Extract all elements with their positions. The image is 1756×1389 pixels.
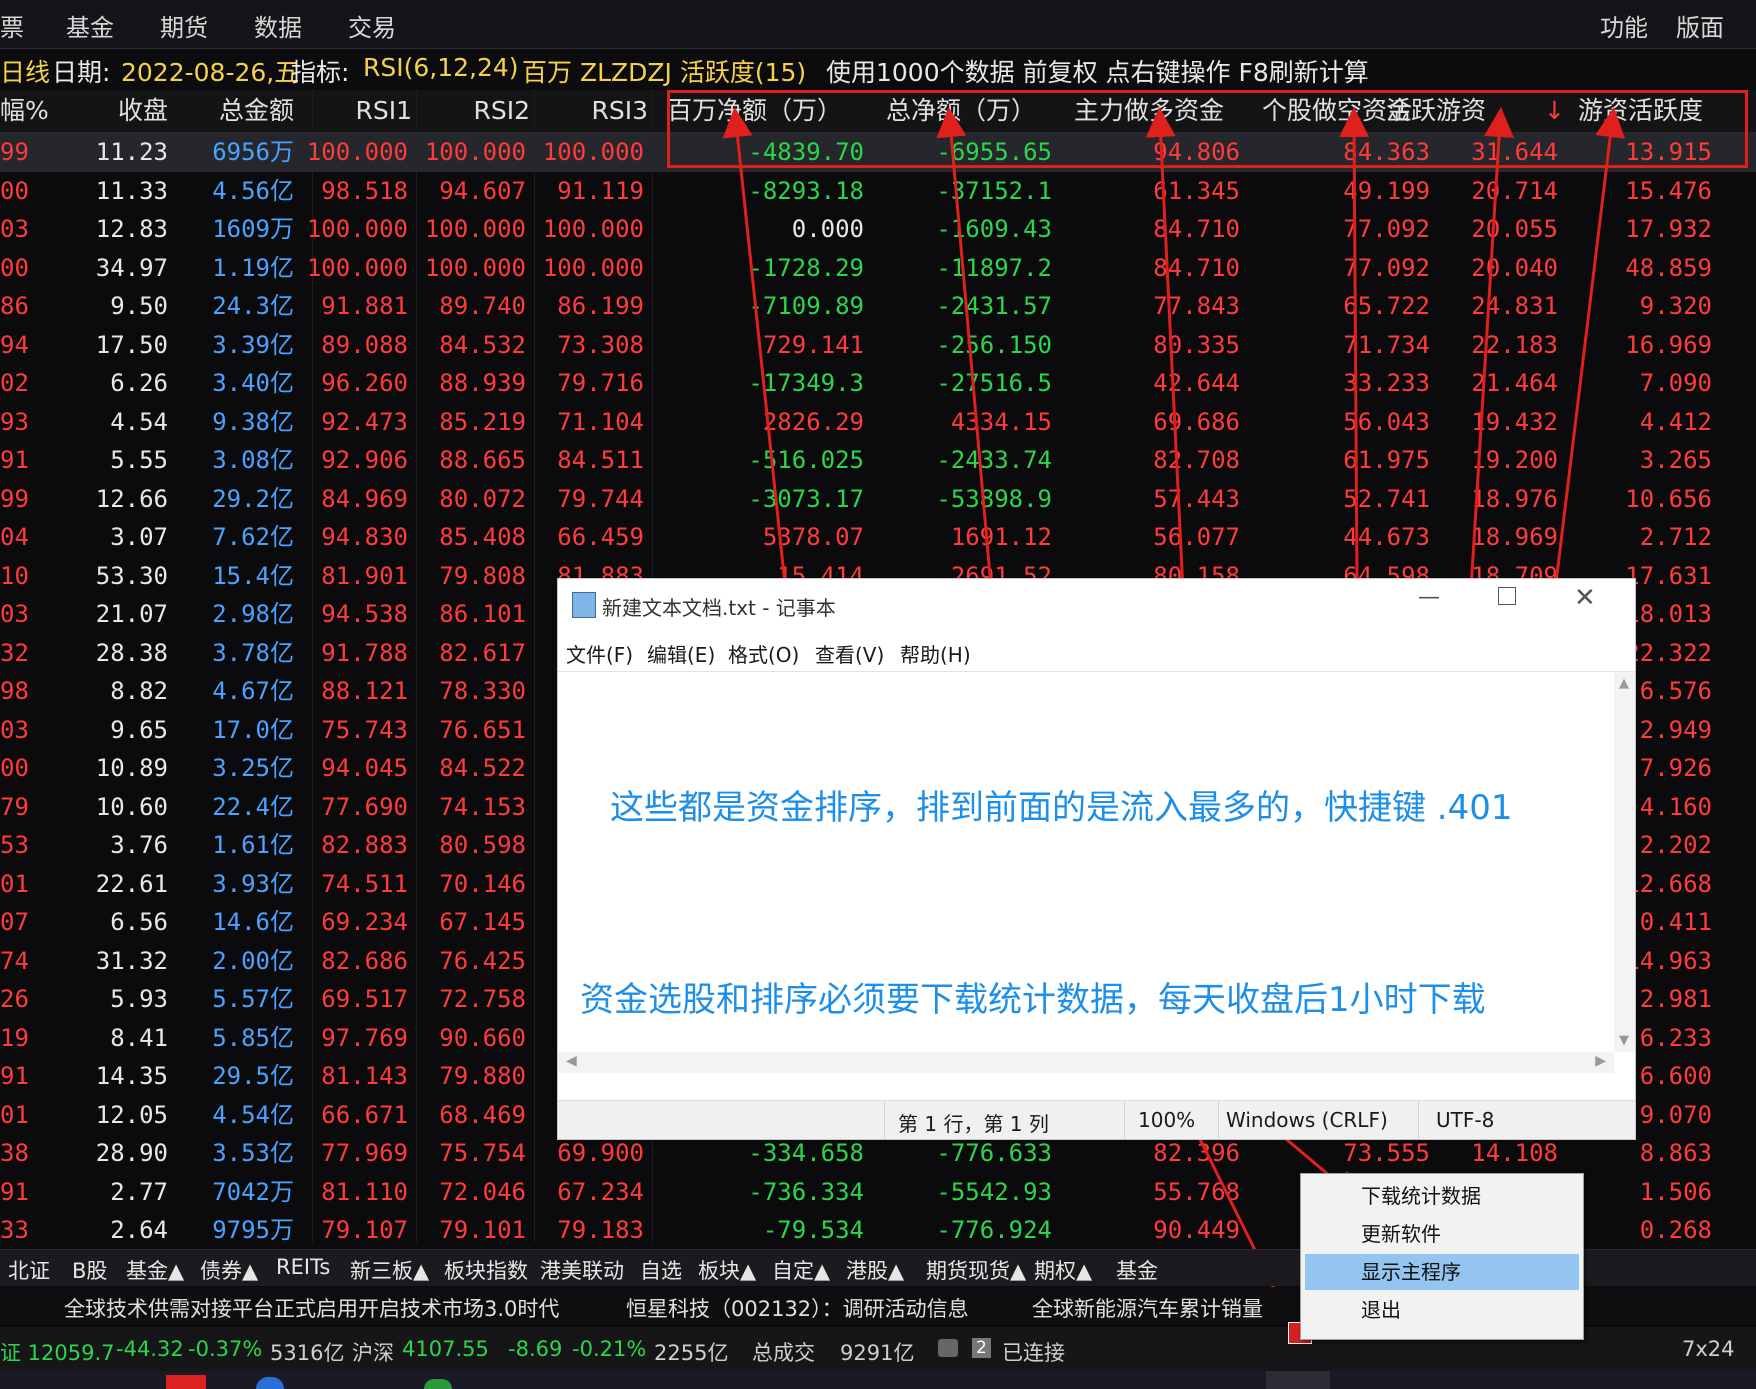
index1-pct: -0.37% (188, 1337, 263, 1361)
market-tab[interactable]: 期货现货▲ (926, 1255, 1026, 1285)
taskbar-app-icon[interactable] (166, 1375, 206, 1389)
line-ending: Windows (CRLF) (1226, 1108, 1388, 1132)
connection-count: 2 (972, 1338, 991, 1358)
index1-change: -44.32 (116, 1337, 184, 1361)
index2-pct: -0.21% (572, 1337, 647, 1361)
index1-amount: 5316亿 (270, 1341, 345, 1365)
status-separator (1124, 1101, 1125, 1139)
total-volume-label: 总成交 (752, 1341, 815, 1365)
notepad-title: 新建文本文档.txt - 记事本 (602, 596, 836, 620)
market-tab[interactable]: 北证 (8, 1255, 50, 1285)
notepad-menu-bar: 文件(F) 编辑(E) 格式(O) 查看(V) 帮助(H) (558, 633, 1635, 672)
menu-view[interactable]: 查看(V) (815, 639, 884, 668)
market-tab[interactable]: 板块指数 (444, 1255, 528, 1285)
market-tab[interactable]: REITs (276, 1255, 330, 1279)
index1-value: 证 12059.7 (0, 1341, 115, 1365)
news-item[interactable]: 全球新能源汽车累计销量 (1032, 1293, 1263, 1323)
total-volume-value: 9291亿 (840, 1341, 915, 1365)
notepad-titlebar: 新建文本文档.txt - 记事本 — ✕ (558, 579, 1635, 633)
taskbar-tray-area (1266, 1371, 1330, 1389)
scroll-down-icon[interactable]: ▼ (1619, 1033, 1629, 1048)
vertical-scrollbar[interactable]: ▲ ▼ (1614, 672, 1635, 1052)
status-separator (1418, 1101, 1419, 1139)
market-tab[interactable]: 新三板▲ (350, 1255, 429, 1285)
market-tab[interactable]: 债券▲ (200, 1255, 258, 1285)
menu-item-show-main[interactable]: 显示主程序 (1305, 1254, 1579, 1290)
status-separator (884, 1101, 885, 1139)
menu-item-exit[interactable]: 退出 (1305, 1292, 1579, 1328)
tray-context-menu: 下载统计数据 更新软件 显示主程序 退出 (1300, 1173, 1584, 1340)
taskbar-app-icon[interactable] (424, 1379, 452, 1389)
index2-name: 沪深 (352, 1341, 394, 1365)
menu-edit[interactable]: 编辑(E) (647, 639, 715, 668)
menu-item-download-stats[interactable]: 下载统计数据 (1305, 1178, 1579, 1214)
market-tab[interactable]: 自定▲ (772, 1255, 830, 1285)
scroll-right-icon[interactable]: ▶ (1595, 1053, 1606, 1069)
close-icon[interactable]: ✕ (1574, 583, 1596, 613)
status-separator (1218, 1101, 1219, 1139)
notepad-window: 新建文本文档.txt - 记事本 — ✕ 文件(F) 编辑(E) 格式(O) 查… (557, 578, 1636, 1140)
menu-item-update-software[interactable]: 更新软件 (1305, 1216, 1579, 1252)
menu-format[interactable]: 格式(O) (728, 639, 799, 668)
news-item[interactable]: 全球技术供需对接平台正式启用开启技术市场3.0时代 (64, 1293, 559, 1323)
market-hours-label: 7x24 (1682, 1337, 1735, 1361)
cursor-position: 第 1 行，第 1 列 (898, 1112, 1049, 1136)
connection-status: 已连接 (1002, 1341, 1065, 1365)
network-icon (938, 1339, 958, 1357)
zoom-level: 100% (1138, 1108, 1196, 1132)
market-tab[interactable]: B股 (72, 1255, 107, 1285)
horizontal-scrollbar[interactable]: ◀ ▶ (558, 1052, 1614, 1073)
scroll-left-icon[interactable]: ◀ (566, 1053, 577, 1069)
maximize-icon[interactable] (1498, 587, 1516, 605)
market-tab[interactable]: 基金 (1116, 1255, 1158, 1285)
annotation-fund-sorting: 这些都是资金排序，排到前面的是流入最多的，快捷键 .401 (610, 788, 1513, 828)
index2-change: -8.69 (508, 1337, 563, 1361)
scroll-up-icon[interactable]: ▲ (1619, 676, 1629, 691)
minimize-icon[interactable]: — (1418, 585, 1440, 610)
menu-file[interactable]: 文件(F) (566, 639, 633, 668)
market-tab[interactable]: 自选 (640, 1255, 682, 1285)
notepad-app-icon (572, 592, 596, 618)
market-tab[interactable]: 期权▲ (1034, 1255, 1092, 1285)
news-item[interactable]: 恒星科技（002132）：调研活动信息 (626, 1293, 969, 1323)
notepad-status-bar: 第 1 行，第 1 列 100% Windows (CRLF) UTF-8 (558, 1100, 1635, 1139)
market-tab[interactable]: 基金▲ (126, 1255, 184, 1285)
windows-taskbar (0, 1371, 1756, 1389)
menu-help[interactable]: 帮助(H) (900, 639, 971, 668)
market-tab[interactable]: 港股▲ (846, 1255, 904, 1285)
taskbar-app-icon[interactable] (256, 1377, 284, 1389)
market-tab[interactable]: 港美联动 (540, 1255, 624, 1285)
annotation-download-stats: 资金选股和排序必须要下载统计数据，每天收盘后1小时下载 (580, 980, 1486, 1020)
index2-amount: 2255亿 (654, 1341, 729, 1365)
encoding: UTF-8 (1436, 1108, 1495, 1132)
market-tab[interactable]: 板块▲ (698, 1255, 756, 1285)
index2-value: 4107.55 (402, 1337, 489, 1361)
